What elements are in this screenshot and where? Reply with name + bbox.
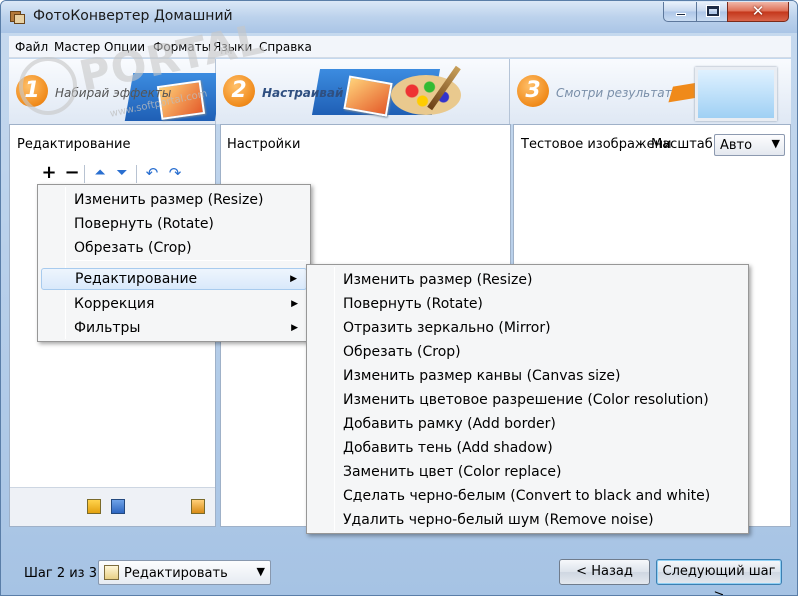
step-1: 1 Набирай эффекты: [9, 59, 224, 124]
action-select[interactable]: Редактировать ▼: [98, 560, 271, 585]
menu-item-filters[interactable]: Фильтры ▶: [41, 317, 307, 339]
action-value: Редактировать: [124, 566, 228, 581]
title-bar[interactable]: ФотоКонвертер Домашний ✕: [1, 1, 797, 33]
submenu-item[interactable]: Добавить рамку (Add border): [310, 413, 745, 435]
submenu-item[interactable]: Добавить тень (Add shadow): [310, 437, 745, 459]
submenu-item[interactable]: Изменить размер канвы (Canvas size): [310, 365, 745, 387]
step-3-label: Смотри результат: [556, 86, 672, 100]
undo-button[interactable]: ↶: [144, 165, 160, 181]
step-3-number: 3: [517, 75, 549, 107]
close-button[interactable]: ✕: [727, 2, 789, 22]
settings-pane-title: Настройки: [227, 137, 301, 152]
menu-item-editing[interactable]: Редактирование ▶: [41, 268, 307, 290]
minimize-button[interactable]: [663, 2, 697, 22]
chevron-right-icon: ▶: [291, 299, 298, 309]
scale-select[interactable]: Авто ▼: [714, 134, 785, 156]
move-up-button[interactable]: ⏶: [92, 165, 108, 181]
submenu-item[interactable]: Повернуть (Rotate): [310, 293, 745, 315]
preset-list-icon[interactable]: [191, 499, 205, 514]
editing-submenu: Изменить размер (Resize) Повернуть (Rota…: [306, 264, 749, 534]
move-down-button[interactable]: ⏷: [114, 165, 130, 181]
scale-value: Авто: [720, 138, 753, 153]
app-window: ФотоКонвертер Домашний ✕ Файл Мастер Опц…: [0, 0, 798, 596]
remove-effect-button[interactable]: −: [64, 164, 80, 182]
redo-button[interactable]: ↷: [167, 165, 183, 181]
submenu-item[interactable]: Изменить цветовое разрешение (Color reso…: [310, 389, 745, 411]
submenu-item[interactable]: Заменить цвет (Color replace): [310, 461, 745, 483]
minimize-icon: [676, 13, 686, 16]
step-1-number: 1: [16, 75, 48, 107]
monitor-icon: [695, 67, 777, 121]
add-effect-button[interactable]: +: [41, 164, 57, 182]
step-1-label: Набирай эффекты: [55, 86, 172, 100]
app-icon[interactable]: [10, 10, 25, 24]
menu-item-filters-label: Фильтры: [74, 320, 141, 336]
menu-options[interactable]: Опции: [104, 40, 145, 54]
menu-item-correction-label: Коррекция: [74, 296, 155, 312]
menu-help[interactable]: Справка: [259, 40, 312, 54]
menu-wizard[interactable]: Мастер: [54, 40, 100, 54]
add-effect-menu: Изменить размер (Resize) Повернуть (Rota…: [37, 184, 311, 342]
chevron-down-icon: ▼: [771, 137, 780, 150]
edit-icon: [104, 565, 119, 580]
menu-formats[interactable]: Форматы: [153, 40, 211, 54]
step-2: 2 Настраивай: [216, 59, 510, 124]
chevron-down-icon: ▼: [256, 565, 265, 578]
scale-label: Масштаб: [651, 137, 713, 152]
steps-banner: 1 Набирай эффекты 2 Настраивай 3 Смотри …: [9, 59, 791, 124]
preview-pane-title: Тестовое изображени: [521, 137, 672, 152]
submenu-item[interactable]: Обрезать (Crop): [310, 341, 745, 363]
submenu-item[interactable]: Изменить размер (Resize): [310, 269, 745, 291]
menu-item-crop[interactable]: Обрезать (Crop): [41, 237, 307, 259]
step-2-label: Настраивай: [262, 86, 344, 100]
submenu-item[interactable]: Отразить зеркально (Mirror): [310, 317, 745, 339]
next-step-button[interactable]: Следующий шаг >: [656, 559, 782, 595]
save-preset-icon[interactable]: [111, 499, 125, 514]
back-button[interactable]: < Назад: [559, 559, 650, 585]
maximize-button[interactable]: [696, 2, 728, 22]
step-3: 3 Смотри результат: [510, 59, 791, 124]
chevron-right-icon: ▶: [290, 274, 297, 284]
close-icon: ✕: [751, 2, 765, 20]
effects-pane-title: Редактирование: [17, 137, 131, 152]
menu-bar: Файл Мастер Опции Форматы Языки Справка: [9, 36, 791, 58]
maximize-icon: [707, 6, 719, 16]
menu-file[interactable]: Файл: [15, 40, 48, 54]
step-counter: Шаг 2 из 3:: [24, 566, 102, 581]
menu-item-rotate[interactable]: Повернуть (Rotate): [41, 213, 307, 235]
menu-languages[interactable]: Языки: [213, 40, 252, 54]
bottom-bar: Шаг 2 из 3: Редактировать ▼ < Назад След…: [9, 529, 791, 595]
chevron-right-icon: ▶: [291, 323, 298, 333]
menu-item-editing-label: Редактирование: [75, 271, 198, 287]
submenu-item[interactable]: Сделать черно-белым (Convert to black an…: [310, 485, 745, 507]
open-preset-icon[interactable]: [87, 499, 101, 514]
step-2-number: 2: [223, 75, 255, 107]
submenu-item[interactable]: Удалить черно-белый шум (Remove noise): [310, 509, 745, 531]
menu-divider: [70, 260, 306, 261]
menu-item-correction[interactable]: Коррекция ▶: [41, 293, 307, 315]
menu-item-resize[interactable]: Изменить размер (Resize): [41, 189, 307, 211]
window-title: ФотоКонвертер Домашний: [33, 8, 233, 24]
